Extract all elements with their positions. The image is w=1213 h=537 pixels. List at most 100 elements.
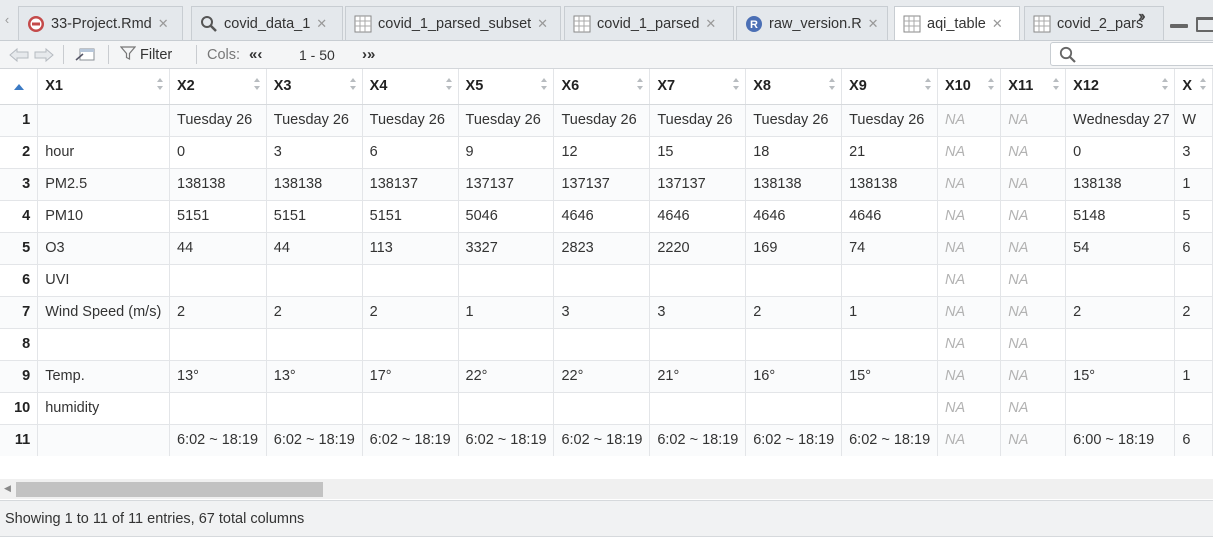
table-cell: 6 xyxy=(362,136,459,169)
column-header[interactable]: X5 xyxy=(458,69,555,105)
funnel-icon xyxy=(119,45,137,64)
table-cell: NA xyxy=(937,424,1002,456)
close-icon[interactable]: ✕ xyxy=(158,16,169,32)
column-header-label: X8 xyxy=(753,78,771,95)
table-cell: 6:02 ~ 18:19 xyxy=(266,424,363,456)
table-cell: 54 xyxy=(1065,232,1176,265)
close-icon[interactable]: ✕ xyxy=(705,16,716,32)
table-cell: 5148 xyxy=(1065,200,1176,233)
tab-covid-1-parsed-subset[interactable]: covid_1_parsed_subset ✕ xyxy=(345,6,561,40)
table-row: 7 Wind Speed (m/s) 2 2 2 1 3 3 2 1 NA NA 2 2 xyxy=(0,296,1213,329)
sort-icon[interactable] xyxy=(1053,78,1060,92)
table-cell: 138138 xyxy=(1065,168,1176,201)
search-input[interactable] xyxy=(1050,42,1213,66)
column-header[interactable]: X6 xyxy=(553,69,651,105)
sort-icon[interactable] xyxy=(541,78,548,92)
table-cell: Temp. xyxy=(37,360,170,393)
table-cell xyxy=(553,328,651,361)
column-header[interactable]: X2 xyxy=(169,69,267,105)
rmd-file-icon xyxy=(27,15,45,33)
table-cell: Wind Speed (m/s) xyxy=(37,296,170,329)
next-columns-button[interactable]: ›» xyxy=(362,41,375,68)
sort-icon[interactable] xyxy=(637,78,644,92)
table-cell: 5151 xyxy=(169,200,267,233)
column-header[interactable]: X8 xyxy=(745,69,843,105)
maximize-pane-icon[interactable] xyxy=(1196,17,1213,32)
column-header[interactable]: X11 xyxy=(1000,69,1067,105)
table-cell xyxy=(37,104,170,137)
table-cell xyxy=(745,392,843,425)
table-cell: NA xyxy=(937,392,1002,425)
column-header[interactable]: X7 xyxy=(649,69,747,105)
sort-icon[interactable] xyxy=(253,78,260,92)
column-header[interactable]: X1 xyxy=(37,69,170,105)
table-cell xyxy=(745,328,843,361)
sort-icon[interactable] xyxy=(1162,78,1169,92)
sort-icon[interactable] xyxy=(445,78,452,92)
scrollbar-thumb[interactable] xyxy=(16,482,323,497)
horizontal-scrollbar[interactable]: ◀ xyxy=(0,479,1213,499)
table-cell: Tuesday 26 xyxy=(266,104,363,137)
table-cell: 138138 xyxy=(266,168,363,201)
sort-icon[interactable] xyxy=(988,78,995,92)
sort-icon[interactable] xyxy=(349,78,356,92)
tab-scroll-left-icon[interactable]: ‹ xyxy=(0,8,14,32)
table-cell: 44 xyxy=(266,232,363,265)
columns-range: 1 - 50 xyxy=(299,46,335,63)
tab-aqi-table[interactable]: aqi_table ✕ xyxy=(894,6,1020,40)
table-cell: 5151 xyxy=(362,200,459,233)
sort-icon[interactable] xyxy=(157,78,163,92)
tab-overflow-icon[interactable]: ›› xyxy=(1138,8,1145,26)
column-header[interactable]: X10 xyxy=(937,69,1002,105)
table-cell xyxy=(169,328,267,361)
column-header[interactable]: X12 xyxy=(1065,69,1176,105)
table-cell xyxy=(1065,392,1176,425)
tab-covid-2-parsed[interactable]: covid_2_pars xyxy=(1024,6,1164,40)
show-in-new-window-icon[interactable] xyxy=(74,41,96,68)
tab-covid-1-parsed[interactable]: covid_1_parsed ✕ xyxy=(564,6,734,40)
table-cell: 13° xyxy=(169,360,267,393)
close-icon[interactable]: ✕ xyxy=(316,16,327,32)
table-cell: 5046 xyxy=(458,200,555,233)
table-cell xyxy=(362,328,459,361)
column-header-label: X6 xyxy=(561,78,580,95)
table-cell: 4646 xyxy=(841,200,938,233)
column-header[interactable]: X9 xyxy=(841,69,938,105)
filter-button[interactable]: Filter xyxy=(119,41,172,68)
close-icon[interactable]: ✕ xyxy=(868,16,879,32)
table-cell xyxy=(1065,264,1176,297)
scroll-left-icon[interactable]: ◀ xyxy=(4,483,11,494)
sort-icon[interactable] xyxy=(733,78,740,92)
sort-icon[interactable] xyxy=(1200,78,1206,92)
close-icon[interactable]: ✕ xyxy=(537,16,548,32)
minimize-pane-icon[interactable] xyxy=(1170,24,1188,28)
sort-icon[interactable] xyxy=(829,78,836,92)
forward-icon[interactable] xyxy=(33,41,55,68)
tab-raw-version-r[interactable]: R raw_version.R ✕ xyxy=(736,6,888,40)
tab-covid-data-1[interactable]: covid_data_1 ✕ xyxy=(191,6,343,40)
table-cell: 2 xyxy=(1065,296,1176,329)
tab-label: aqi_table xyxy=(927,16,986,32)
tab-33-project-rmd[interactable]: 33-Project.Rmd ✕ xyxy=(18,6,183,40)
table-cell: 113 xyxy=(362,232,459,265)
column-header[interactable]: X xyxy=(1174,69,1213,105)
previous-columns-button[interactable]: «‹ xyxy=(249,41,262,68)
table-cell xyxy=(458,392,555,425)
table-cell: 4646 xyxy=(649,200,747,233)
back-icon[interactable] xyxy=(8,41,30,68)
table-cell: PM2.5 xyxy=(37,168,170,201)
table-cell: 12 xyxy=(553,136,651,169)
row-number: 9 xyxy=(0,360,39,393)
table-cell: 2 xyxy=(362,296,459,329)
table-cell: 138137 xyxy=(362,168,459,201)
column-header[interactable]: X4 xyxy=(362,69,459,105)
table-cell: 15° xyxy=(841,360,938,393)
table-cell: 3 xyxy=(1174,136,1213,169)
column-header-label: X2 xyxy=(177,78,195,95)
column-header[interactable]: X3 xyxy=(266,69,363,105)
table-cell: 6:02 ~ 18:19 xyxy=(169,424,267,456)
close-icon[interactable]: ✕ xyxy=(992,16,1003,32)
table-cell: humidity xyxy=(37,392,170,425)
sort-icon[interactable] xyxy=(925,78,931,92)
row-index-header[interactable] xyxy=(0,69,39,105)
